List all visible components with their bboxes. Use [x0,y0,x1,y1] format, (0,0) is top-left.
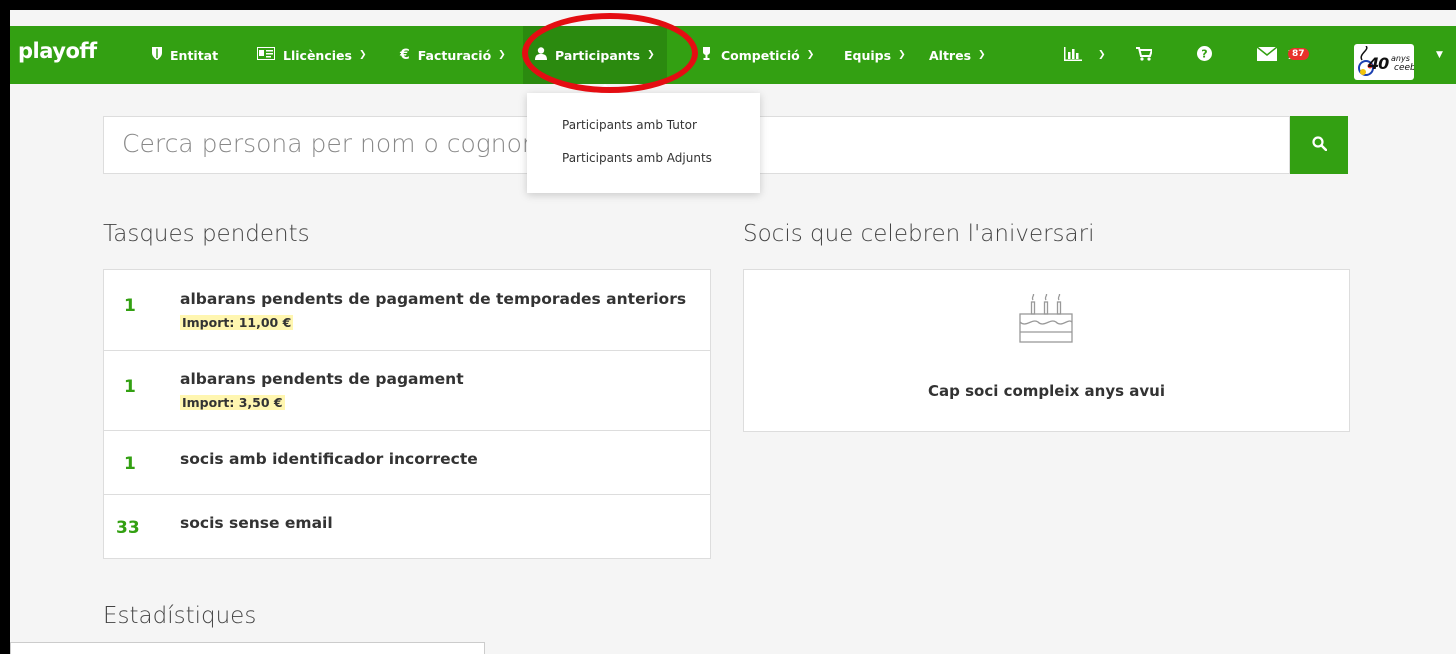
logo-sub2: ceeb [1394,63,1414,73]
nav-competicio-label: Competició [721,47,800,63]
entity-logo[interactable]: 40 anys ceeb [1354,44,1414,80]
logo-text: 40 [1368,54,1389,73]
nav-stats[interactable]: ❯ [1064,26,1106,84]
svg-text:?: ? [1201,48,1207,61]
chevron-down-icon: ❯ [978,50,986,60]
task-count: 1 [124,296,136,316]
nav-entitat-label: Entitat [170,47,219,63]
task-row[interactable]: 33 socis sense email [104,495,710,559]
tasks-panel: 1 albarans pendents de pagament de tempo… [103,269,711,559]
brand-logo[interactable]: playoff [18,39,97,63]
menu-item-participants-adjunts[interactable]: Participants amb Adjunts [562,151,712,165]
trophy-icon [700,46,713,64]
logo-sub: anys [1391,54,1410,63]
profile-menu-toggle[interactable]: ▼ [1436,26,1443,84]
top-navbar: playoff Entitat Llicències ❯ € Facturaci… [10,26,1456,84]
task-row[interactable]: 1 albarans pendents de pagament Import: … [104,351,710,431]
nav-equips-label: Equips [844,47,892,63]
task-label[interactable]: socis sense email [180,514,333,532]
birthdays-panel: Cap soci compleix anys avui [743,269,1350,432]
nav-altres[interactable]: Altres ❯ [929,26,986,84]
task-count: 33 [116,518,140,538]
nav-facturacio[interactable]: € Facturació ❯ [400,26,506,84]
chevron-down-icon: ❯ [498,50,506,60]
stats-panel-edge [10,642,485,654]
nav-facturacio-label: Facturació [417,47,492,63]
task-count: 1 [124,377,136,397]
cart-icon [1136,46,1154,64]
stats-title: Estadístiques [103,603,257,629]
search-icon [1311,135,1327,155]
shield-icon [152,46,162,64]
task-label[interactable]: albarans pendents de pagament de tempora… [180,290,686,308]
cart-button[interactable] [1136,26,1154,84]
nav-entitat[interactable]: Entitat [152,26,218,84]
menu-item-participants-tutor[interactable]: Participants amb Tutor [562,118,697,132]
task-label[interactable]: albarans pendents de pagament [180,370,464,388]
task-row[interactable]: 1 socis amb identificador incorrecte [104,431,710,495]
participants-dropdown: Participants amb Tutor Participants amb … [527,93,760,193]
nav-altres-label: Altres [929,47,972,63]
chevron-down-icon: ❯ [806,50,815,60]
nav-llicencies[interactable]: Llicències ❯ [257,26,366,84]
nav-competicio[interactable]: Competició ❯ [700,26,814,84]
task-row[interactable]: 1 albarans pendents de pagament de tempo… [104,270,710,351]
highlight-circle [522,13,698,93]
task-label[interactable]: socis amb identificador incorrecte [180,450,478,468]
chevron-down-icon: ❯ [898,50,906,60]
messages-badge: 87 [1288,48,1309,60]
euro-icon: € [400,47,410,63]
nav-equips[interactable]: Equips ❯ [844,26,906,84]
help-icon: ? [1197,46,1212,64]
birthdays-empty-text: Cap soci compleix anys avui [928,382,1165,400]
caret-down-icon: ▼ [1436,50,1443,60]
task-count: 1 [124,454,136,474]
app-screen: playoff Entitat Llicències ❯ € Facturaci… [10,10,1456,654]
search-button[interactable] [1290,116,1348,174]
tasks-title: Tasques pendents [103,221,310,247]
envelope-icon [1256,45,1278,64]
bar-chart-icon [1064,46,1082,64]
chevron-down-icon: ❯ [1098,50,1106,60]
birthday-cake-icon [1019,294,1073,343]
nav-llicencies-label: Llicències [283,47,352,63]
task-import: Import: 11,00 € [180,315,294,330]
task-import: Import: 3,50 € [180,395,285,410]
chevron-down-icon: ❯ [358,50,367,60]
id-card-icon [257,46,275,64]
birthdays-title: Socis que celebren l'aniversari [743,221,1095,247]
help-button[interactable]: ? [1197,26,1212,84]
